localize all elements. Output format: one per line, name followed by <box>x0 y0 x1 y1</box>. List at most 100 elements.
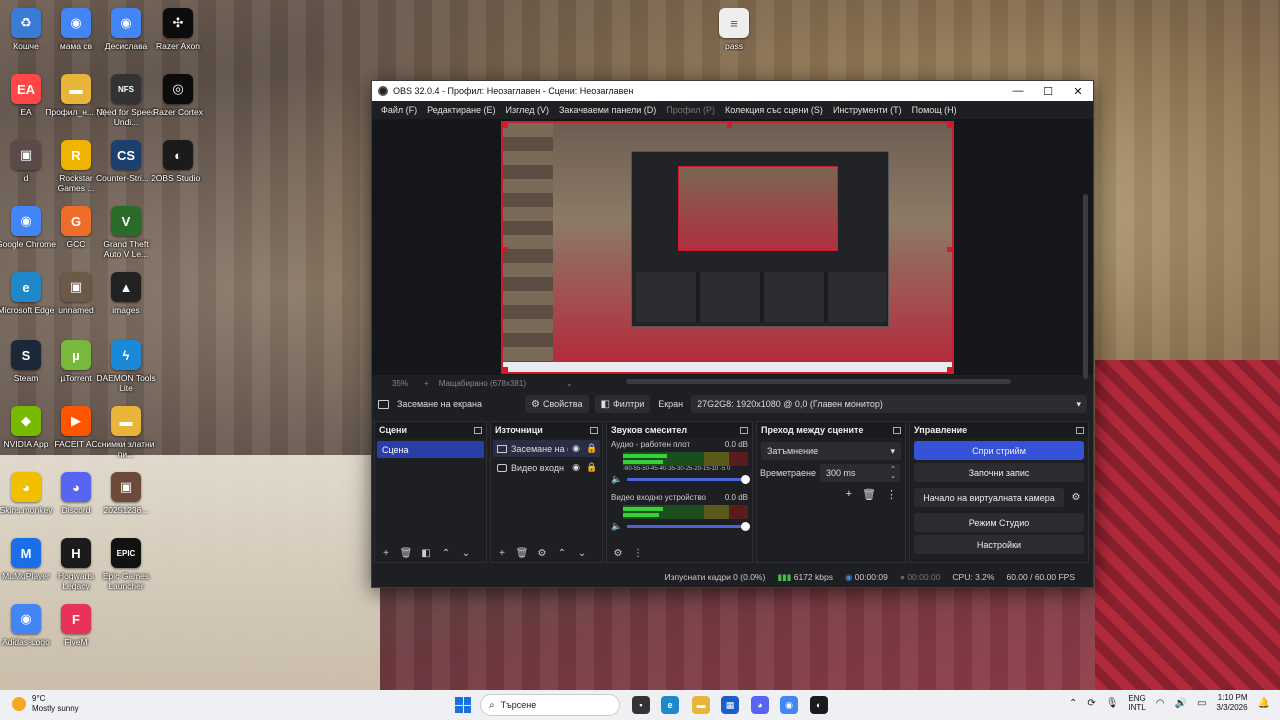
mixer-settings-icon[interactable]: ⚙ <box>611 548 625 559</box>
add-icon[interactable]: + <box>495 548 509 559</box>
stop-stream-button[interactable]: Спри стрийм <box>914 441 1084 460</box>
lock-icon[interactable]: 🔒 <box>584 462 600 473</box>
preview-horizontal-scrollbar[interactable] <box>626 379 1011 384</box>
close-icon[interactable]: ✕ <box>1063 81 1093 101</box>
minimize-icon[interactable]: — <box>1003 81 1033 101</box>
trash-icon[interactable]: 🗑 <box>515 548 529 559</box>
preview-area[interactable] <box>372 119 1093 379</box>
resize-handle[interactable] <box>503 247 508 252</box>
volume-fader[interactable]: 🔈 <box>611 474 750 485</box>
menu-file[interactable]: Файл (F) <box>376 105 422 115</box>
maximize-icon[interactable]: ☐ <box>1033 81 1063 101</box>
zoom-in-icon[interactable]: + <box>424 379 429 388</box>
menu-view[interactable]: Изглед (V) <box>500 105 554 115</box>
resize-handle[interactable] <box>727 123 732 128</box>
desktop-icon[interactable]: ✣ Razer Axon <box>152 8 204 51</box>
desktop-icon[interactable]: F FiveM <box>50 604 102 647</box>
source-item[interactable]: Видео входн ◉ 🔒 <box>493 459 600 476</box>
desktop-icon[interactable]: ◐ OBS Studio <box>152 140 204 183</box>
wifi-icon[interactable]: ◠ <box>1156 698 1165 709</box>
desktop-icon[interactable]: ϟ DAEMON Tools Lite <box>96 340 156 393</box>
more-options-icon[interactable]: ⋮ <box>631 548 645 559</box>
taskbar-search[interactable]: ⌕ Търсене <box>480 694 620 716</box>
file-explorer-icon[interactable]: ▬ <box>692 696 710 714</box>
obs-window[interactable]: OBS 32.0.4 - Профил: Неозаглавен - Сцени… <box>371 80 1094 588</box>
speaker-icon[interactable]: 🔈 <box>611 521 623 532</box>
sync-icon[interactable]: ⟳ <box>1087 698 1095 709</box>
visibility-icon[interactable]: ◉ <box>568 443 584 454</box>
trash-icon[interactable]: 🗑 <box>399 548 413 559</box>
more-options-icon[interactable]: ⋮ <box>886 488 897 501</box>
add-icon[interactable]: + <box>846 488 852 501</box>
chevron-up-icon[interactable]: ⌃ <box>1069 698 1077 709</box>
filter-icon[interactable]: ◧ <box>419 548 433 559</box>
studio-mode-button[interactable]: Режим Студио <box>914 513 1084 532</box>
fader-knob[interactable] <box>741 522 750 531</box>
desktop-icon[interactable]: ◉ Десислава <box>100 8 152 51</box>
volume-icon[interactable]: 🔊 <box>1175 698 1187 709</box>
settings-button[interactable]: Настройки <box>914 535 1084 554</box>
fader-track[interactable] <box>627 522 750 531</box>
obs-icon[interactable]: ◐ <box>810 696 828 714</box>
language-indicator[interactable]: ENG INTL <box>1128 694 1145 712</box>
preview-vertical-scrollbar[interactable] <box>1083 194 1088 379</box>
screen-select[interactable]: 27G2G8: 1920x1080 @ 0,0 (Главен монитор)… <box>691 395 1087 413</box>
microphone-icon[interactable]: 🎙 <box>1106 698 1119 709</box>
desktop-icon[interactable]: ▲ images <box>100 272 152 315</box>
gear-icon[interactable]: ⚙ <box>1068 492 1084 503</box>
preview-canvas[interactable] <box>501 121 954 374</box>
edge-icon[interactable]: e <box>661 696 679 714</box>
clock[interactable]: 1:10 PM 3/3/2026 <box>1216 693 1247 713</box>
desktop-icon[interactable]: EPIC Epic Games Launcher <box>100 538 152 591</box>
undock-icon[interactable] <box>590 426 598 434</box>
desktop-icon[interactable]: ▬ снимки златни пи... <box>97 406 155 459</box>
trash-icon[interactable]: 🗑 <box>862 488 876 501</box>
undock-icon[interactable] <box>474 426 482 434</box>
volume-fader[interactable]: 🔈 <box>611 521 750 532</box>
start-recording-button[interactable]: Започни запис <box>914 463 1084 482</box>
properties-button[interactable]: ⚙ Свойства <box>525 395 589 413</box>
source-item[interactable]: Засемане на е ◉ 🔒 <box>493 440 600 457</box>
menu-tools[interactable]: Инструменти (T) <box>828 105 907 115</box>
zoom-level[interactable]: 35% <box>392 379 408 388</box>
start-virtual-camera-button[interactable]: Начало на виртуалната камера <box>914 488 1064 507</box>
undock-icon[interactable] <box>740 426 748 434</box>
desktop-icon[interactable]: ▣ 20251236... <box>100 472 152 515</box>
store-icon[interactable]: ▦ <box>721 696 739 714</box>
menu-edit[interactable]: Редактиране (E) <box>422 105 500 115</box>
add-icon[interactable]: + <box>379 548 393 559</box>
undock-icon[interactable] <box>1076 426 1084 434</box>
fader-track[interactable] <box>627 475 750 484</box>
desktop-icon[interactable]: R Rockstar Games ... <box>50 140 102 193</box>
move-up-icon[interactable]: ⌃ <box>439 548 453 559</box>
notification-bell-icon[interactable]: 🔔 <box>1258 698 1270 709</box>
resize-handle[interactable] <box>503 123 508 128</box>
speaker-icon[interactable]: 🔈 <box>611 474 623 485</box>
transition-select[interactable]: Затъмнение ▾ <box>761 442 901 460</box>
resize-handle[interactable] <box>503 367 508 372</box>
gear-icon[interactable]: ⚙ <box>535 548 549 559</box>
scene-item[interactable]: Сцена <box>377 441 484 458</box>
menu-docks[interactable]: Закачваеми панели (D) <box>554 105 661 115</box>
obs-titlebar[interactable]: OBS 32.0.4 - Профил: Неозаглавен - Сцени… <box>372 81 1093 101</box>
windows-start-icon[interactable] <box>455 697 471 713</box>
desktop-icon[interactable]: ≡ pass <box>708 8 760 51</box>
filters-button[interactable]: ◧ Филтри <box>594 395 651 413</box>
visibility-icon[interactable]: ◉ <box>568 462 584 473</box>
undock-icon[interactable] <box>893 426 901 434</box>
task-view-icon[interactable]: ▪ <box>632 696 650 714</box>
resize-handle[interactable] <box>947 123 952 128</box>
lock-icon[interactable]: 🔒 <box>584 443 600 454</box>
menu-help[interactable]: Помощ (H) <box>907 105 962 115</box>
move-down-icon[interactable]: ⌄ <box>459 548 473 559</box>
fader-knob[interactable] <box>741 475 750 484</box>
battery-icon[interactable]: ▭ <box>1197 698 1206 709</box>
desktop-icon[interactable]: ◎ Razer Cortex <box>152 74 204 117</box>
move-down-icon[interactable]: ⌄ <box>575 548 589 559</box>
chrome-icon[interactable]: ◉ <box>780 696 798 714</box>
spin-arrows-icon[interactable]: ⌃ ⌄ <box>890 466 896 480</box>
menu-scene-collection[interactable]: Колекция със сцени (S) <box>720 105 828 115</box>
resize-handle[interactable] <box>947 247 952 252</box>
desktop-icon[interactable]: V Grand Theft Auto V Le... <box>100 206 152 259</box>
chevron-down-icon[interactable]: ⌄ <box>566 379 573 388</box>
